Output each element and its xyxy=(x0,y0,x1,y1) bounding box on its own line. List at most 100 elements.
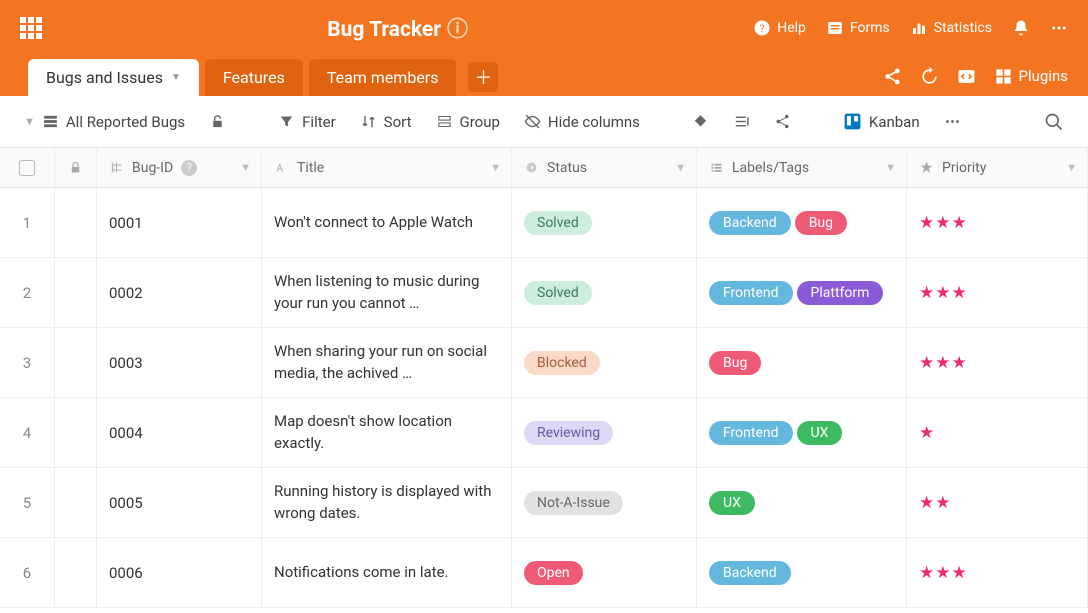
statistics-icon xyxy=(910,19,928,37)
view-dropdown[interactable]: ▼ All Reported Bugs xyxy=(16,108,193,136)
info-icon[interactable]: ⓘ xyxy=(447,18,468,42)
tab-bugs-and-issues[interactable]: Bugs and Issues▼ xyxy=(28,59,199,96)
color-button[interactable] xyxy=(684,108,717,135)
cell-priority[interactable]: ★★★ xyxy=(907,328,1088,397)
table-row[interactable]: 30003When sharing your run on social med… xyxy=(0,328,1088,398)
table-header: Bug-ID ? ▼ A Title ▼ Status ▼ Labels/Tag… xyxy=(0,148,1088,188)
row-lock-cell xyxy=(55,328,97,397)
cell-bug-id[interactable]: 0005 xyxy=(97,468,262,537)
add-tab-button[interactable]: ＋ xyxy=(468,62,498,92)
row-height-button[interactable] xyxy=(725,108,758,135)
toolbar-more-button[interactable] xyxy=(936,108,969,135)
table-row[interactable]: 50005Running history is displayed with w… xyxy=(0,468,1088,538)
help-icon: ? xyxy=(753,19,771,37)
cell-title[interactable]: Map doesn't show location exactly. xyxy=(262,398,512,467)
cell-priority[interactable]: ★ xyxy=(907,398,1088,467)
cell-bug-id[interactable]: 0003 xyxy=(97,328,262,397)
apps-grid-icon[interactable] xyxy=(20,17,42,39)
forms-link[interactable]: Forms xyxy=(826,19,890,37)
col-select[interactable] xyxy=(0,148,55,187)
tag-bug: Bug xyxy=(709,351,761,375)
priority-stars: ★ xyxy=(919,423,935,443)
cell-status[interactable]: Solved xyxy=(512,258,697,327)
star-col-icon xyxy=(919,160,934,175)
kanban-button[interactable]: Kanban xyxy=(835,107,928,136)
lock-icon xyxy=(68,160,83,175)
chevron-down-icon[interactable]: ▼ xyxy=(1066,161,1077,174)
more-dots-icon[interactable] xyxy=(1050,19,1068,37)
cell-labels[interactable]: Backend xyxy=(697,538,907,607)
cell-priority[interactable]: ★★★ xyxy=(907,188,1088,257)
share-view-button[interactable] xyxy=(766,108,799,135)
status-pill: Solved xyxy=(524,211,592,235)
filter-icon xyxy=(278,113,295,130)
statistics-link[interactable]: Statistics xyxy=(910,19,992,37)
cell-labels[interactable]: Bug xyxy=(697,328,907,397)
tab-features[interactable]: Features xyxy=(205,59,303,96)
group-button[interactable]: Group xyxy=(428,108,508,136)
cell-bug-id[interactable]: 0006 xyxy=(97,538,262,607)
data-table: Bug-ID ? ▼ A Title ▼ Status ▼ Labels/Tag… xyxy=(0,148,1088,608)
cell-priority[interactable]: ★★ xyxy=(907,468,1088,537)
chevron-down-icon[interactable]: ▼ xyxy=(490,161,501,174)
header-right: ? Help Forms Statistics xyxy=(753,19,1068,37)
table-row[interactable]: 10001Won't connect to Apple WatchSolvedB… xyxy=(0,188,1088,258)
priority-stars: ★★★ xyxy=(919,213,968,233)
cell-status[interactable]: Not-A-Issue xyxy=(512,468,697,537)
col-labels[interactable]: Labels/Tags ▼ xyxy=(697,148,907,187)
cell-labels[interactable]: BackendBug xyxy=(697,188,907,257)
cell-status[interactable]: Reviewing xyxy=(512,398,697,467)
col-status[interactable]: Status ▼ xyxy=(512,148,697,187)
bell-icon[interactable] xyxy=(1012,19,1030,37)
help-badge-icon[interactable]: ? xyxy=(181,160,197,176)
cell-status[interactable]: Solved xyxy=(512,188,697,257)
col-title[interactable]: A Title ▼ xyxy=(262,148,512,187)
col-bug-id[interactable]: Bug-ID ? ▼ xyxy=(97,148,262,187)
cell-status[interactable]: Blocked xyxy=(512,328,697,397)
share-icon[interactable] xyxy=(883,67,902,86)
tag-frontend: Frontend xyxy=(709,421,793,445)
cell-priority[interactable]: ★★★ xyxy=(907,538,1088,607)
tag-backend: Backend xyxy=(709,561,791,585)
filter-button[interactable]: Filter xyxy=(270,108,344,136)
cell-title[interactable]: Won't connect to Apple Watch xyxy=(262,188,512,257)
col-lock[interactable] xyxy=(55,148,97,187)
sort-button[interactable]: Sort xyxy=(352,108,420,136)
cell-title[interactable]: Notifications come in late. xyxy=(262,538,512,607)
hide-columns-button[interactable]: Hide columns xyxy=(516,108,648,136)
cell-status[interactable]: Open xyxy=(512,538,697,607)
cell-bug-id[interactable]: 0004 xyxy=(97,398,262,467)
code-icon[interactable] xyxy=(957,67,976,86)
table-row[interactable]: 40004Map doesn't show location exactly.R… xyxy=(0,398,1088,468)
cell-bug-id[interactable]: 0001 xyxy=(97,188,262,257)
row-height-icon xyxy=(733,113,750,130)
tab-team-members[interactable]: Team members xyxy=(309,59,457,96)
cell-priority[interactable]: ★★★ xyxy=(907,258,1088,327)
search-button[interactable] xyxy=(1036,107,1072,137)
cell-title[interactable]: When listening to music during your run … xyxy=(262,258,512,327)
chevron-down-icon[interactable]: ▼ xyxy=(240,161,251,174)
unlock-button[interactable] xyxy=(201,108,234,135)
multiselect-col-icon xyxy=(709,160,724,175)
col-priority[interactable]: Priority ▼ xyxy=(907,148,1088,187)
history-icon[interactable] xyxy=(920,67,939,86)
select-all-checkbox[interactable] xyxy=(19,160,35,176)
table-row[interactable]: 6 0006Notifications come in late. Open Back… xyxy=(0,538,1088,608)
cell-bug-id[interactable]: 0002 xyxy=(97,258,262,327)
cell-title[interactable]: Running history is displayed with wrong … xyxy=(262,468,512,537)
cell-labels[interactable]: UX xyxy=(697,468,907,537)
status-pill: Solved xyxy=(524,281,592,305)
plugins-link[interactable]: Plugins xyxy=(994,67,1068,86)
row-number: 6 xyxy=(0,538,55,607)
help-link[interactable]: ? Help xyxy=(753,19,806,37)
chevron-down-icon[interactable]: ▼ xyxy=(885,161,896,174)
status-pill: Open xyxy=(524,561,583,585)
text-col-icon: A xyxy=(274,160,289,175)
tabs-right: Plugins xyxy=(883,56,1068,96)
table-row[interactable]: 20002When listening to music during your… xyxy=(0,258,1088,328)
cell-labels[interactable]: FrontendUX xyxy=(697,398,907,467)
chevron-down-icon[interactable]: ▼ xyxy=(675,161,686,174)
cell-title[interactable]: When sharing your run on social media, t… xyxy=(262,328,512,397)
cell-labels[interactable]: FrontendPlattform xyxy=(697,258,907,327)
eye-off-icon xyxy=(524,113,541,130)
